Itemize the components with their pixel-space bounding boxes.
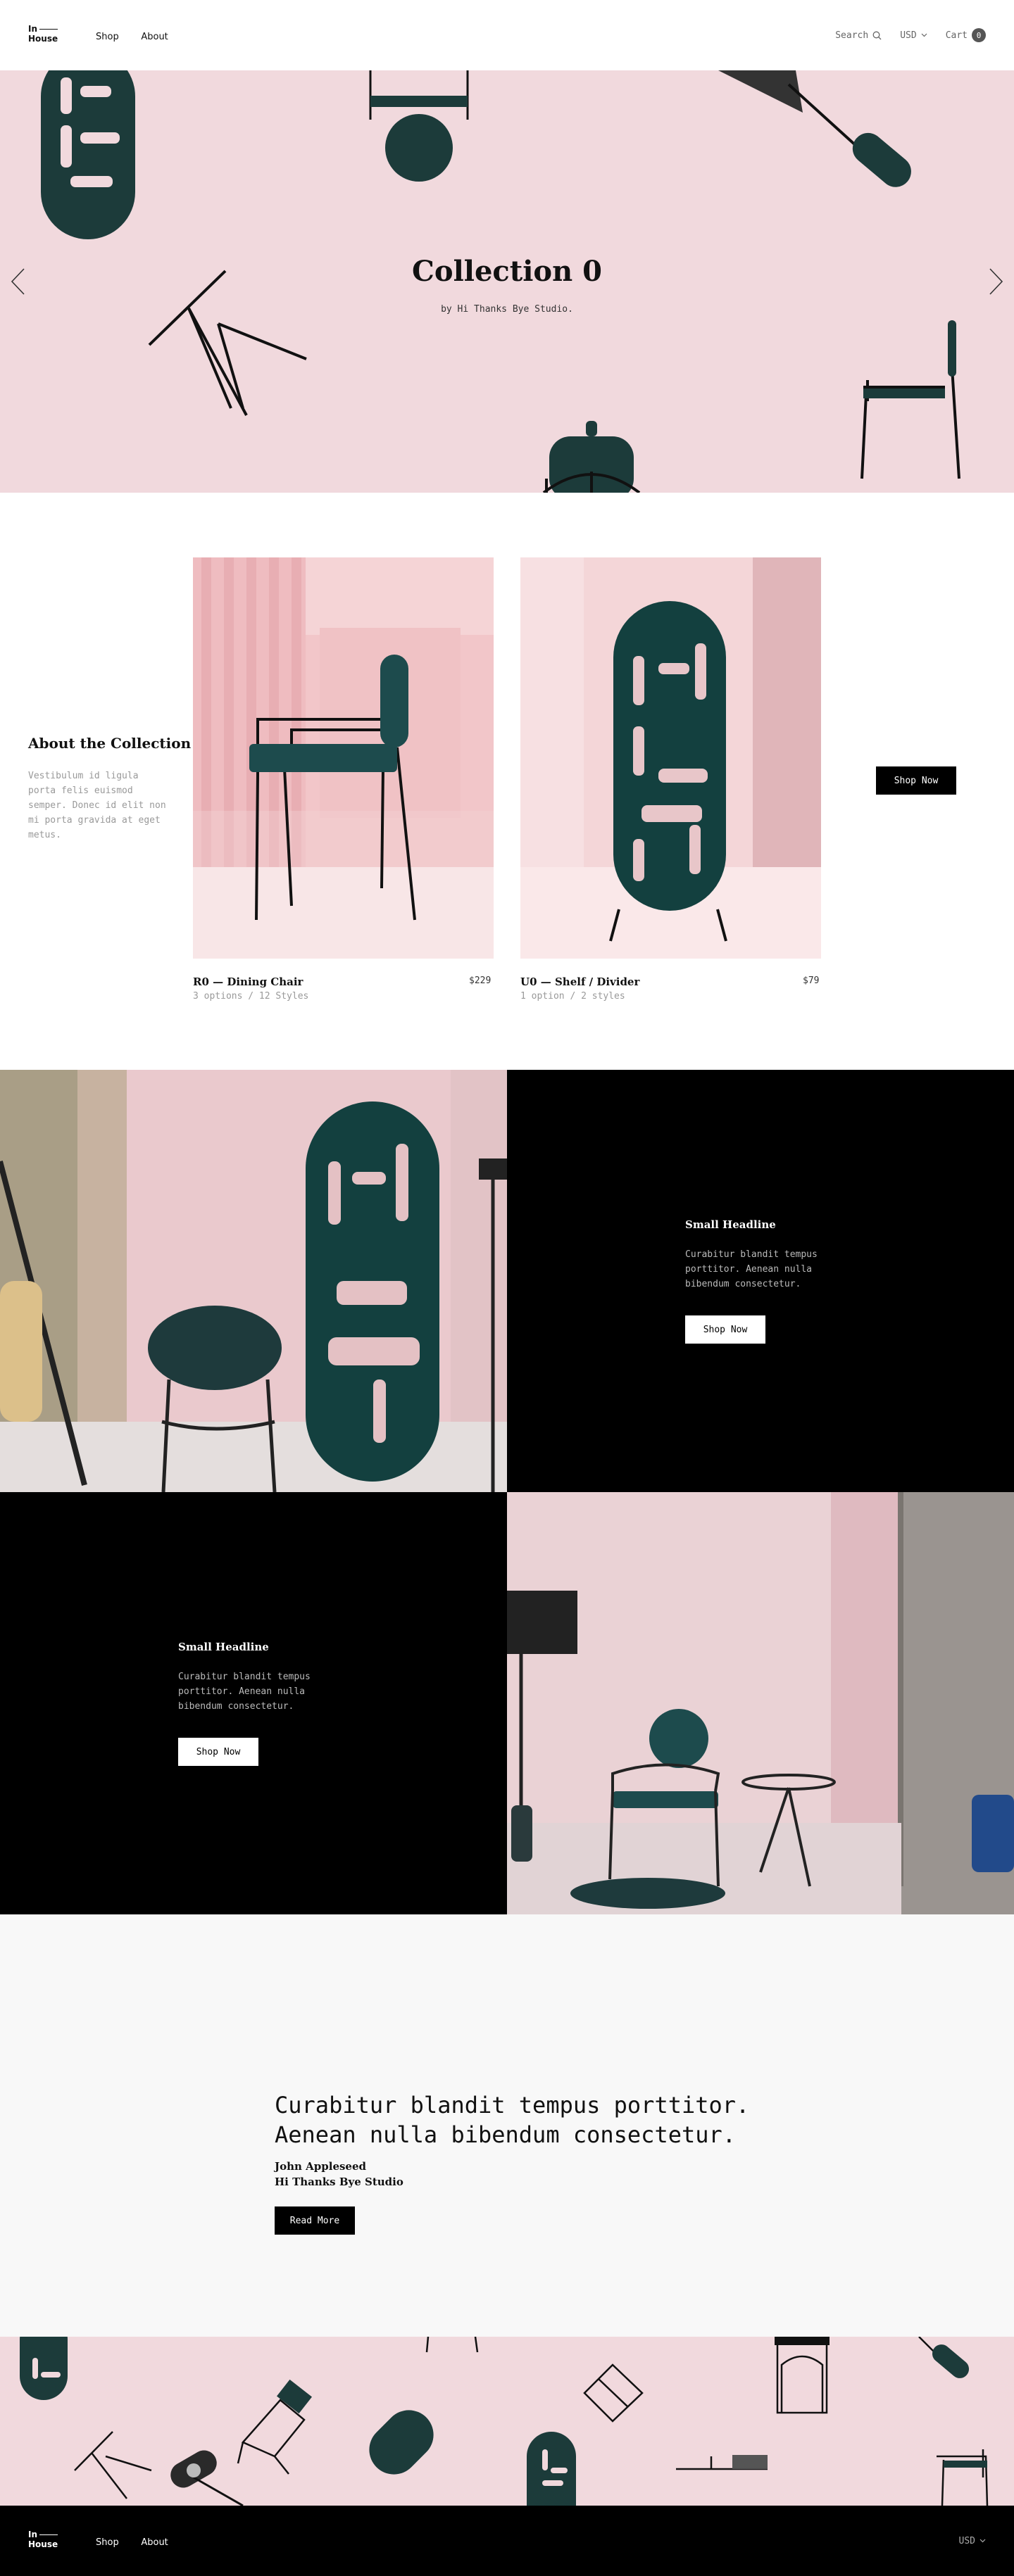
mirror-illustration	[369, 70, 469, 182]
product-name-r0[interactable]: R0 — Dining Chair	[193, 976, 303, 988]
nav-about[interactable]: About	[141, 32, 168, 42]
footer-nav: Shop About	[96, 2534, 184, 2548]
shop-now-button[interactable]: Shop Now	[876, 766, 956, 795]
logo-rule	[39, 29, 58, 30]
nav-shop[interactable]: Shop	[96, 32, 119, 42]
footer-nav-shop[interactable]: Shop	[96, 2537, 119, 2548]
logo-line-2: House	[28, 34, 58, 44]
hero-title: Collection 0	[412, 255, 602, 288]
round-chair-illustration	[542, 421, 641, 493]
testimonial-company: Hi Thanks Bye Studio	[275, 2176, 403, 2188]
dining-chair-photo	[193, 557, 494, 959]
product-image-dining-chair[interactable]	[193, 557, 494, 959]
footer-currency-label: USD	[958, 2535, 975, 2546]
furniture-illustrations	[20, 2337, 989, 2506]
currency-select[interactable]: USD	[900, 30, 927, 41]
feature-image-shelf	[0, 1070, 507, 1492]
main-nav: Shop About	[96, 29, 184, 42]
collection-description: Vestibulum id ligula porta felis euismod…	[28, 771, 166, 840]
product-price-r0: $229	[469, 976, 492, 986]
footer-logo-line-1: In	[28, 2530, 38, 2539]
search-label: Search	[835, 30, 869, 41]
footer-currency-select[interactable]: USD	[959, 2536, 986, 2546]
testimonial-author: John Appleseed	[275, 2160, 367, 2173]
illustration-band	[0, 2337, 1014, 2506]
shelf-illustration	[41, 70, 135, 239]
footer-logo[interactable]: In House	[28, 2530, 68, 2551]
product-name-u0[interactable]: U0 — Shelf / Divider	[520, 976, 639, 988]
site-footer: In House Shop About USD	[0, 2506, 1014, 2576]
hero-subtitle: by Hi Thanks Bye Studio.	[441, 304, 573, 315]
read-more-button[interactable]: Read More	[275, 2206, 355, 2235]
lamp-illustration	[718, 70, 911, 187]
testimonial-quote: Curabitur blandit tempus porttitor. Aene…	[275, 2092, 750, 2148]
chevron-right-icon[interactable]	[987, 267, 1004, 296]
footer-logo-rule	[39, 2534, 58, 2535]
shelf-divider-photo	[520, 557, 821, 959]
footer-logo-line-2: House	[28, 2539, 58, 2549]
product-meta-r0: 3 options / 12 Styles	[193, 991, 309, 1002]
mini-lamp-illustration	[170, 2450, 244, 2506]
logo[interactable]: In House	[28, 25, 68, 46]
feature-shop-now-button-1[interactable]: Shop Now	[685, 1315, 765, 1344]
chair-room-photo	[507, 1492, 1014, 1914]
armchair-illustration	[860, 323, 960, 479]
feature-image-chair-room	[507, 1492, 1014, 1914]
header-utilities: Search USD Cart 0	[835, 28, 986, 42]
feature-text-1: Curabitur blandit tempus porttitor. Aene…	[685, 1249, 818, 1289]
collection-title: About the Collection	[28, 735, 192, 752]
footer-nav-about[interactable]: About	[141, 2537, 168, 2548]
search-icon	[872, 31, 882, 39]
chevron-down-icon	[921, 33, 927, 37]
chevron-left-icon[interactable]	[10, 267, 27, 296]
cart-button[interactable]: Cart 0	[946, 28, 986, 42]
feature-headline-2: Small Headline	[178, 1641, 269, 1653]
logo-line-1: In	[28, 24, 38, 34]
product-meta-u0: 1 option / 2 styles	[520, 991, 625, 1002]
feature-headline-1: Small Headline	[685, 1218, 776, 1231]
product-price-u0: $79	[803, 976, 820, 986]
shelf-room-photo	[0, 1070, 507, 1492]
cart-count-badge: 0	[972, 28, 986, 42]
mini-shelf-illustration	[20, 2337, 68, 2400]
product-image-shelf-divider[interactable]	[520, 557, 821, 959]
chevron-down-icon	[979, 2539, 986, 2543]
stool-illustration	[148, 270, 307, 416]
feature-text-2: Curabitur blandit tempus porttitor. Aene…	[178, 1672, 311, 1712]
site-header: In House Shop About Search USD Cart 0	[0, 0, 1014, 70]
currency-label: USD	[900, 30, 917, 41]
hero-slideshow: Collection 0 by Hi Thanks Bye Studio.	[0, 70, 1014, 493]
cart-label: Cart	[945, 30, 968, 41]
feature-shop-now-button-2[interactable]: Shop Now	[178, 1738, 258, 1766]
testimonial-author-block: John Appleseed Hi Thanks Bye Studio	[275, 2159, 403, 2190]
search-button[interactable]: Search	[835, 30, 882, 41]
